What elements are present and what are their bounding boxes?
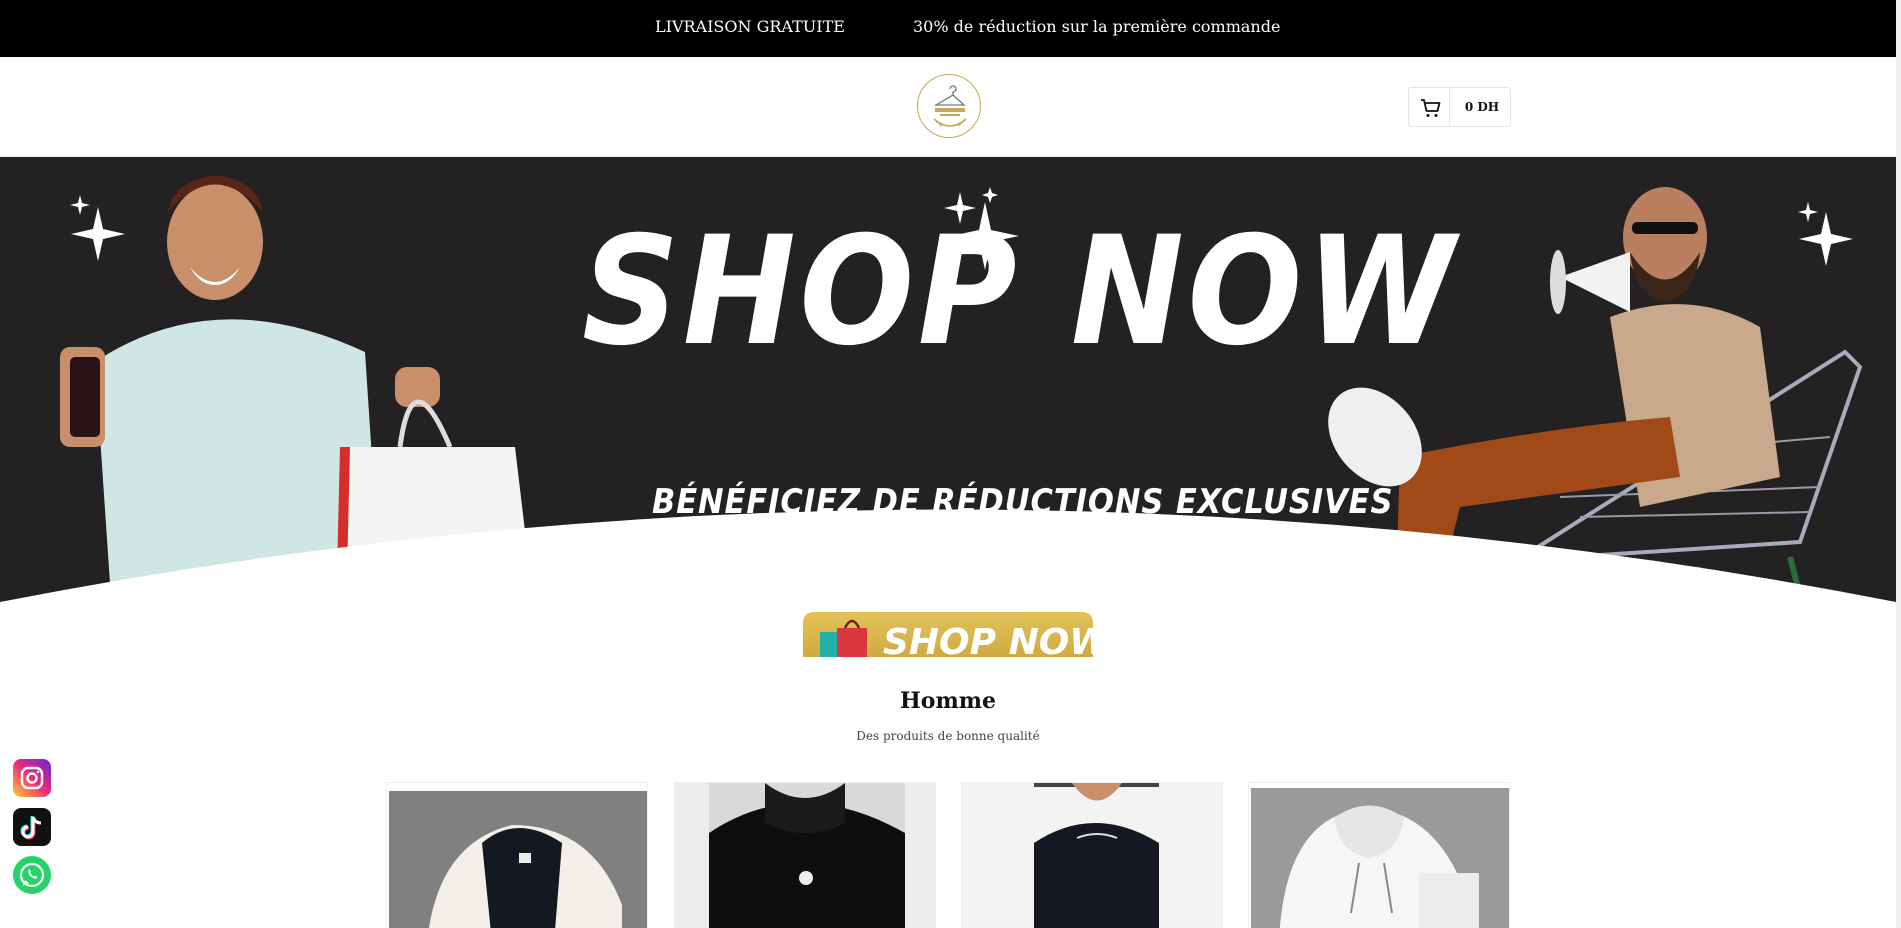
hero-title: SHOP NOW [582, 205, 1459, 379]
section-title: Homme [899, 688, 996, 714]
hero-subtitle: BÉNÉFICIEZ DE RÉDUCTIONS EXCLUSIVES [652, 482, 1394, 522]
whatsapp-icon [19, 862, 45, 888]
hanger-logo-icon [933, 85, 967, 127]
announcement-bar: LIVRAISON GRATUITE 30% de réduction sur … [0, 0, 1896, 57]
section-subtitle: Des produits de bonne qualité [856, 729, 1040, 743]
announcement-free-shipping: LIVRAISON GRATUITE [655, 17, 845, 36]
product-image [1251, 788, 1509, 928]
shop-now-button-label: SHOP NOW [883, 622, 1110, 657]
announcement-discount: 30% de réduction sur la première command… [913, 17, 1281, 36]
tiktok-icon [20, 816, 42, 840]
instagram-icon [20, 766, 44, 790]
product-card[interactable] [674, 782, 936, 928]
shop-now-button[interactable]: SHOP NOW [803, 612, 1109, 657]
tiktok-button[interactable] [13, 808, 51, 846]
shopping-bags-icon [820, 619, 867, 657]
cart-button[interactable]: 0 DH [1408, 87, 1511, 127]
whatsapp-button[interactable] [13, 856, 51, 894]
store-logo[interactable] [917, 74, 981, 138]
site-header: 0 DH [0, 57, 1896, 157]
product-image [675, 783, 935, 928]
cart-icon [1421, 99, 1441, 117]
product-image [962, 783, 1222, 928]
product-card[interactable] [1248, 782, 1510, 928]
cart-divider [1449, 88, 1450, 126]
cart-total: 0 DH [1464, 100, 1500, 114]
product-card[interactable] [386, 782, 648, 928]
vertical-scrollbar[interactable] [1896, 0, 1901, 928]
product-image [389, 791, 647, 928]
product-card[interactable] [961, 782, 1223, 928]
hero-banner[interactable]: SHOP NOW BÉNÉFICIEZ DE RÉDUCTIONS EXCLUS… [0, 157, 1896, 657]
instagram-button[interactable] [13, 759, 51, 797]
